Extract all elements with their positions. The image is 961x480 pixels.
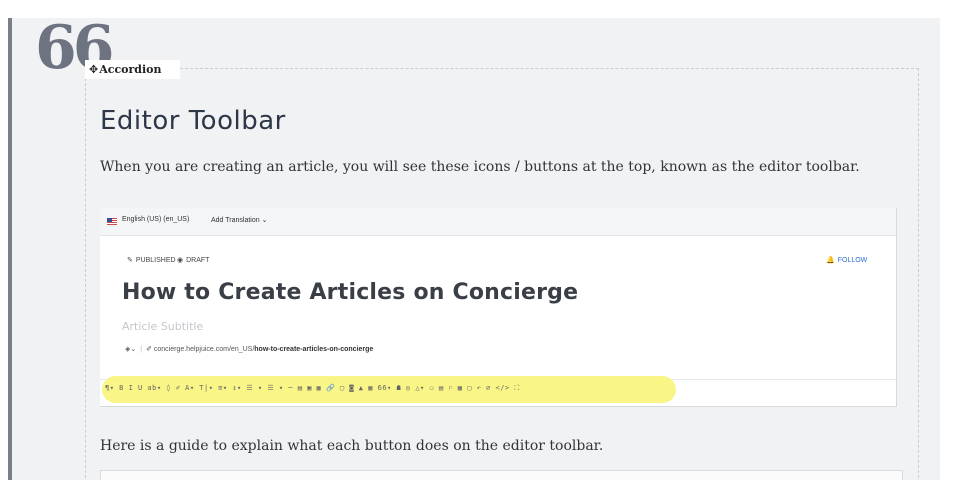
editor-toolbar-icons: ¶▾ B I U ab▾ ◊ ✐ A▾ T|▾ ≡▾ ↕▾ ☰ ▾ ☰ ▾ ─ … bbox=[105, 384, 520, 392]
guide-table-top bbox=[100, 470, 903, 480]
language-selector: English (US) (en_US) bbox=[122, 216, 190, 223]
edit-icon: ✎ bbox=[127, 257, 133, 264]
link-icon: ✐ bbox=[146, 346, 154, 353]
add-translation-label: Add Translation bbox=[211, 217, 260, 224]
eye-icon: ◉ bbox=[177, 257, 184, 264]
url-slug: how-to-create-articles-on-concierge bbox=[254, 346, 374, 353]
intro-paragraph: When you are creating an article, you wi… bbox=[100, 159, 860, 175]
article-title: How to Create Articles on Concierge bbox=[122, 280, 579, 305]
us-flag-icon bbox=[107, 218, 117, 225]
article-subtitle: Article Subtitle bbox=[122, 320, 204, 333]
url-base: concierge.helpjuice.com/en_US/ bbox=[153, 346, 255, 353]
chevron-down-icon: ⌄ bbox=[261, 217, 268, 224]
section-heading: Editor Toolbar bbox=[100, 106, 286, 136]
follow-button: 🔔 FOLLOW bbox=[826, 257, 868, 264]
status-draft: ◉ DRAFT bbox=[177, 257, 210, 264]
status-published: ✎ PUBLISHED bbox=[127, 257, 176, 264]
guide-paragraph: Here is a guide to explain what each but… bbox=[100, 438, 604, 454]
move-cross-icon[interactable]: ✥ bbox=[89, 63, 98, 76]
visibility-icon: ◈⌄ bbox=[125, 346, 137, 353]
add-translation-dropdown: Add Translation ⌄ bbox=[211, 216, 268, 224]
accordion-tag-label: Accordion bbox=[99, 63, 162, 76]
editor-screenshot: English (US) (en_US) Add Translation ⌄ ✎ P… bbox=[100, 208, 897, 407]
article-url: ◈⌄ | ✐ concierge.helpjuice.com/en_US/how-t… bbox=[125, 346, 374, 353]
bell-icon: 🔔 bbox=[826, 257, 835, 264]
accordion-tag[interactable]: ✥Accordion bbox=[85, 60, 180, 79]
blockquote-bar bbox=[8, 18, 12, 480]
